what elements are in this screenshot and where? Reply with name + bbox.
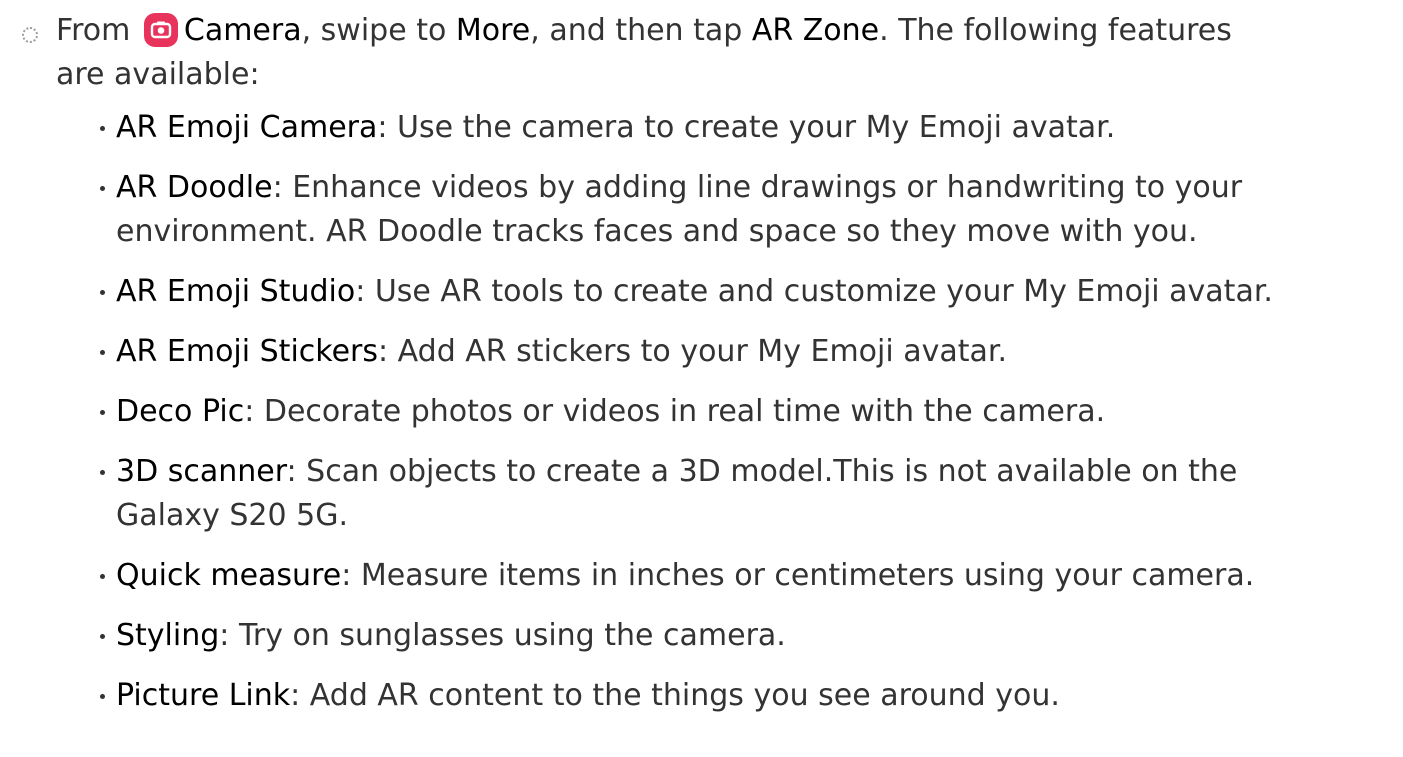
intro-available: are available: [56,57,260,92]
feature-desc: Add AR content to the things you see aro… [300,678,1060,713]
feature-desc: Decorate photos or videos in real time w… [254,394,1106,429]
bullet-icon [100,574,105,579]
intro-swipe: , swipe to [301,13,447,48]
step-instruction: From Camera, swipe to More, and then tap… [56,9,1386,97]
intro-then: , and then tap [530,13,743,48]
feature-separator: : [286,454,297,489]
feature-desc: Measure items in inches or centimeters u… [351,558,1255,593]
feature-term: Styling [116,618,220,653]
bullet-icon [100,186,105,191]
camera-app-icon [143,13,178,47]
feature-term: Quick measure [116,558,342,593]
intro-ar-zone-term: AR Zone [751,13,880,48]
feature-desc: Use AR tools to create and customize you… [365,274,1273,309]
feature-list: AR Emoji Camera: Use the camera to creat… [100,106,1400,734]
feature-desc: Use the camera to create your My Emoji a… [387,110,1116,145]
list-item: Picture Link: Add AR content to the thin… [100,674,1316,718]
list-item: Styling: Try on sunglasses using the cam… [100,614,1316,658]
feature-desc: Add AR stickers to your My Emoji avatar. [388,334,1008,369]
feature-separator: : [355,274,366,309]
bullet-icon [100,290,105,295]
bullet-icon [100,470,105,475]
list-item: 3D scanner: Scan objects to create a 3D … [100,450,1286,538]
intro-following: . The following features [879,13,1232,48]
feature-separator: : [272,170,283,205]
feature-term: AR Emoji Stickers [116,334,379,369]
step-circle-icon [22,27,38,43]
feature-term: AR Doodle [116,170,273,205]
feature-separator: : [290,678,301,713]
feature-separator: : [219,618,230,653]
bullet-icon [100,350,105,355]
feature-term: 3D scanner [116,454,287,489]
list-item: AR Emoji Studio: Use AR tools to create … [100,270,1403,314]
list-item: Quick measure: Measure items in inches o… [100,554,1403,598]
feature-separator: : [378,334,389,369]
list-item: AR Emoji Camera: Use the camera to creat… [100,106,1316,150]
intro-from: From [56,13,131,48]
feature-desc: Try on sunglasses using the camera. [229,618,786,653]
feature-term: Picture Link [116,678,291,713]
feature-term: AR Emoji Camera [116,110,378,145]
feature-desc: Enhance videos by adding line drawings o… [116,170,1243,249]
intro-camera-term: Camera [183,13,302,48]
feature-separator: : [341,558,352,593]
intro-more-term: More [455,13,531,48]
bullet-icon [100,634,105,639]
feature-term: AR Emoji Studio [116,274,356,309]
list-item: Deco Pic: Decorate photos or videos in r… [100,390,1316,434]
bullet-icon [100,126,105,131]
bullet-icon [100,410,105,415]
feature-separator: : [377,110,388,145]
feature-separator: : [244,394,255,429]
list-item: AR Emoji Stickers: Add AR stickers to yo… [100,330,1316,374]
feature-term: Deco Pic [116,394,245,429]
list-item: AR Doodle: Enhance videos by adding line… [100,166,1276,254]
bullet-icon [100,694,105,699]
